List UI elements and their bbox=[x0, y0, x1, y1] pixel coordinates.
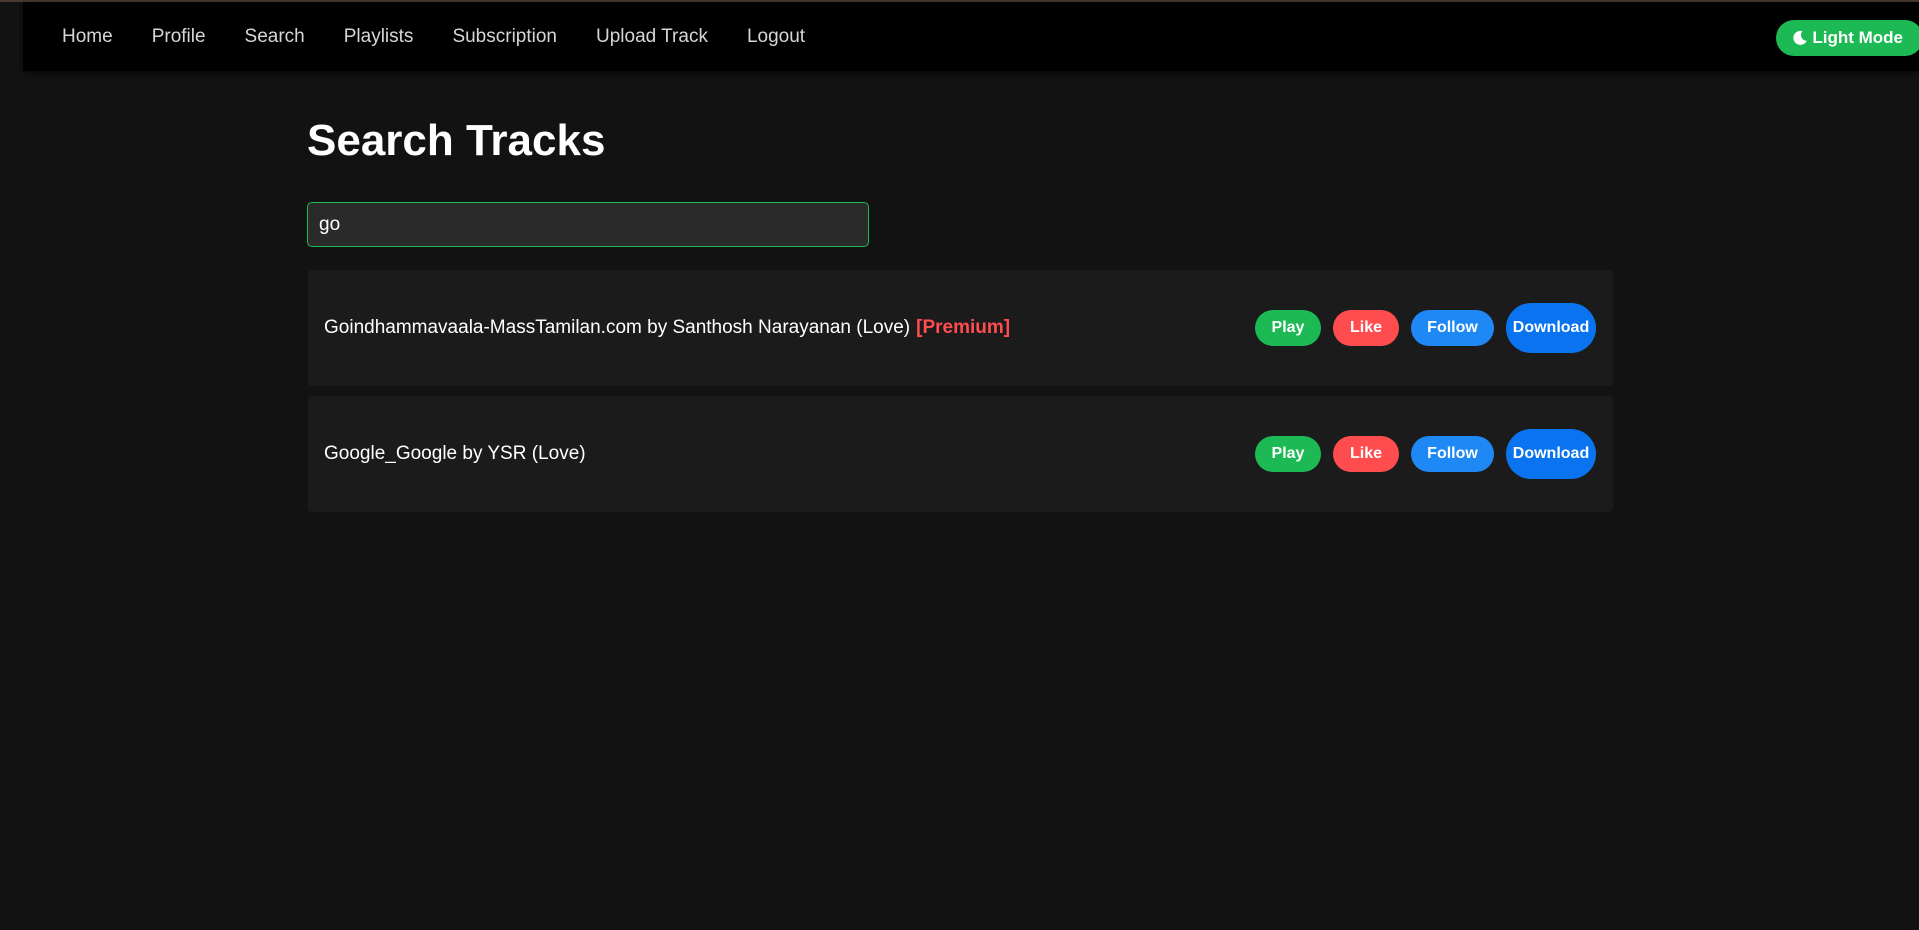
premium-badge: [Premium] bbox=[916, 317, 1011, 338]
search-input[interactable] bbox=[307, 202, 869, 247]
track-row: Goindhammavaala-MassTamilan.com by Santh… bbox=[308, 270, 1613, 386]
download-button[interactable]: Download bbox=[1506, 303, 1596, 353]
nav-link-profile[interactable]: Profile bbox=[152, 26, 206, 48]
track-row: Google_Google by YSR (Love) Play Like Fo… bbox=[308, 396, 1613, 512]
like-button[interactable]: Like bbox=[1333, 310, 1399, 346]
navbar: Home Profile Search Playlists Subscripti… bbox=[23, 2, 1919, 71]
nav-links: Home Profile Search Playlists Subscripti… bbox=[62, 2, 805, 71]
track-info: Goindhammavaala-MassTamilan.com by Santh… bbox=[324, 270, 1010, 386]
track-actions: Play Like Follow Download bbox=[1255, 270, 1596, 386]
page-title: Search Tracks bbox=[307, 116, 606, 165]
play-button[interactable]: Play bbox=[1255, 310, 1321, 346]
like-button[interactable]: Like bbox=[1333, 436, 1399, 472]
track-info: Google_Google by YSR (Love) bbox=[324, 396, 586, 512]
track-title: Google_Google by YSR (Love) bbox=[324, 443, 586, 464]
download-button[interactable]: Download bbox=[1506, 429, 1596, 479]
search-results-list: Goindhammavaala-MassTamilan.com by Santh… bbox=[308, 270, 1613, 522]
moon-icon bbox=[1792, 30, 1808, 46]
nav-link-subscription[interactable]: Subscription bbox=[452, 26, 557, 48]
nav-link-logout[interactable]: Logout bbox=[747, 26, 805, 48]
follow-button[interactable]: Follow bbox=[1411, 436, 1494, 472]
nav-link-home[interactable]: Home bbox=[62, 26, 113, 48]
nav-link-playlists[interactable]: Playlists bbox=[344, 26, 414, 48]
play-button[interactable]: Play bbox=[1255, 436, 1321, 472]
theme-toggle-button[interactable]: Light Mode bbox=[1776, 20, 1919, 56]
theme-toggle-label: Light Mode bbox=[1812, 28, 1903, 47]
track-title: Goindhammavaala-MassTamilan.com by Santh… bbox=[324, 317, 911, 338]
nav-link-search[interactable]: Search bbox=[245, 26, 305, 48]
follow-button[interactable]: Follow bbox=[1411, 310, 1494, 346]
nav-link-upload-track[interactable]: Upload Track bbox=[596, 26, 708, 48]
track-actions: Play Like Follow Download bbox=[1255, 396, 1596, 512]
